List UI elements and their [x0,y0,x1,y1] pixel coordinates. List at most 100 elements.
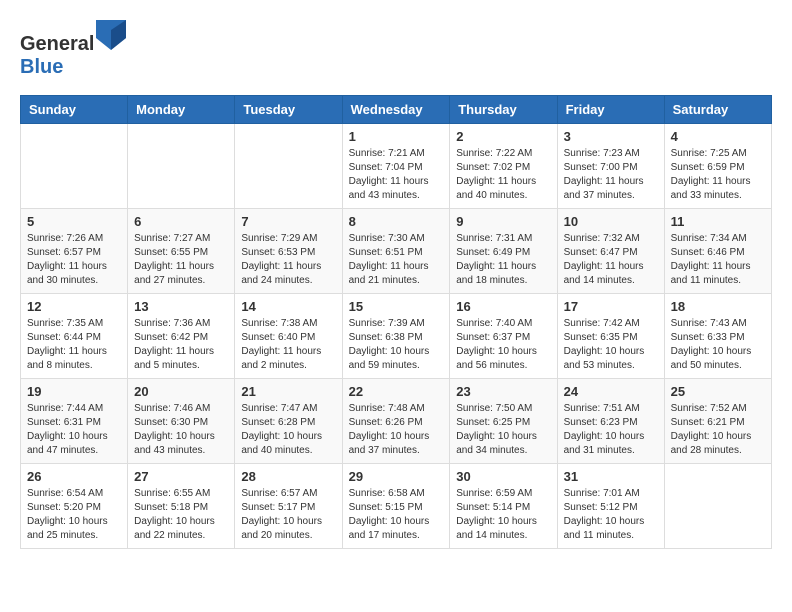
day-info: Sunrise: 7:44 AMSunset: 6:31 PMDaylight:… [27,402,121,458]
day-header-friday: Friday [557,96,664,124]
calendar-cell: 26Sunrise: 6:54 AMSunset: 5:20 PMDayligh… [21,464,128,549]
day-info: Sunrise: 6:58 AMSunset: 5:15 PMDaylight:… [349,487,444,543]
day-number: 31 [564,469,658,484]
calendar-cell: 2Sunrise: 7:22 AMSunset: 7:02 PMDaylight… [450,124,557,209]
day-info: Sunrise: 7:52 AMSunset: 6:21 PMDaylight:… [671,402,765,458]
day-info: Sunrise: 7:50 AMSunset: 6:25 PMDaylight:… [456,402,550,458]
calendar-cell: 24Sunrise: 7:51 AMSunset: 6:23 PMDayligh… [557,379,664,464]
day-number: 16 [456,299,550,314]
day-info: Sunrise: 7:46 AMSunset: 6:30 PMDaylight:… [134,402,228,458]
calendar-cell: 6Sunrise: 7:27 AMSunset: 6:55 PMDaylight… [128,209,235,294]
day-info: Sunrise: 7:22 AMSunset: 7:02 PMDaylight:… [456,147,550,203]
day-info: Sunrise: 7:38 AMSunset: 6:40 PMDaylight:… [241,317,335,373]
calendar-week-1: 1 Sunrise: 7:21 AMSunset: 7:04 PMDaylight… [21,124,772,209]
day-info: Sunrise: 7:42 AMSunset: 6:35 PMDaylight:… [564,317,658,373]
calendar-week-2: 5 Sunrise: 7:26 AMSunset: 6:57 PMDaylight… [21,209,772,294]
calendar-cell: 21 Sunrise: 7:47 AMSunset: 6:28 PMDayligh… [235,379,342,464]
calendar-cell: 3Sunrise: 7:23 AMSunset: 7:00 PMDaylight… [557,124,664,209]
calendar-cell: 27 Sunrise: 6:55 AMSunset: 5:18 PMDayligh… [128,464,235,549]
day-number: 25 [671,384,765,399]
calendar-cell: 8 Sunrise: 7:30 AMSunset: 6:51 PMDaylight… [342,209,450,294]
day-info: Sunrise: 7:23 AMSunset: 7:00 PMDaylight:… [564,147,658,203]
day-info: Sunrise: 7:43 AMSunset: 6:33 PMDaylight:… [671,317,765,373]
day-info: Sunrise: 6:54 AMSunset: 5:20 PMDaylight:… [27,487,121,543]
page-header: General Blue [20,20,772,79]
day-header-sunday: Sunday [21,96,128,124]
day-number: 19 [27,384,121,399]
day-info: Sunrise: 6:57 AMSunset: 5:17 PMDaylight:… [241,487,335,543]
day-number: 13 [134,299,228,314]
day-number: 23 [456,384,550,399]
day-number: 27 [134,469,228,484]
calendar-cell: 16 Sunrise: 7:40 AMSunset: 6:37 PMDayligh… [450,294,557,379]
calendar-cell: 17 Sunrise: 7:42 AMSunset: 6:35 PMDayligh… [557,294,664,379]
day-info: Sunrise: 7:26 AMSunset: 6:57 PMDaylight:… [27,232,121,288]
day-number: 29 [349,469,444,484]
day-header-wednesday: Wednesday [342,96,450,124]
day-number: 18 [671,299,765,314]
calendar-cell [128,124,235,209]
day-info: Sunrise: 7:32 AMSunset: 6:47 PMDaylight:… [564,232,658,288]
calendar-cell: 9 Sunrise: 7:31 AMSunset: 6:49 PMDaylight… [450,209,557,294]
calendar-cell [235,124,342,209]
day-info: Sunrise: 6:59 AMSunset: 5:14 PMDaylight:… [456,487,550,543]
calendar-cell: 23 Sunrise: 7:50 AMSunset: 6:25 PMDayligh… [450,379,557,464]
day-number: 20 [134,384,228,399]
day-number: 11 [671,214,765,229]
day-info: Sunrise: 7:36 AMSunset: 6:42 PMDaylight:… [134,317,228,373]
day-info: Sunrise: 7:31 AMSunset: 6:49 PMDaylight:… [456,232,550,288]
day-number: 30 [456,469,550,484]
day-info: Sunrise: 7:34 AMSunset: 6:46 PMDaylight:… [671,232,765,288]
day-number: 4 [671,129,765,144]
calendar-table: SundayMondayTuesdayWednesdayThursdayFrid… [20,95,772,549]
logo-general: General [20,33,94,55]
day-info: Sunrise: 7:21 AMSunset: 7:04 PMDaylight:… [349,147,444,203]
calendar-cell: 29 Sunrise: 6:58 AMSunset: 5:15 PMDayligh… [342,464,450,549]
day-header-saturday: Saturday [664,96,771,124]
calendar-cell [21,124,128,209]
day-info: Sunrise: 7:27 AMSunset: 6:55 PMDaylight:… [134,232,228,288]
calendar-cell: 1 Sunrise: 7:21 AMSunset: 7:04 PMDaylight… [342,124,450,209]
calendar-week-3: 12 Sunrise: 7:35 AMSunset: 6:44 PMDayligh… [21,294,772,379]
day-number: 21 [241,384,335,399]
calendar-cell: 28 Sunrise: 6:57 AMSunset: 5:17 PMDayligh… [235,464,342,549]
day-number: 9 [456,214,550,229]
day-info: Sunrise: 7:30 AMSunset: 6:51 PMDaylight:… [349,232,444,288]
calendar-cell: 4Sunrise: 7:25 AMSunset: 6:59 PMDaylight… [664,124,771,209]
day-info: Sunrise: 6:55 AMSunset: 5:18 PMDaylight:… [134,487,228,543]
day-number: 14 [241,299,335,314]
day-info: Sunrise: 7:01 AMSunset: 5:12 PMDaylight:… [564,487,658,543]
day-number: 1 [349,129,444,144]
calendar-cell: 25 Sunrise: 7:52 AMSunset: 6:21 PMDayligh… [664,379,771,464]
day-header-monday: Monday [128,96,235,124]
day-number: 10 [564,214,658,229]
calendar-cell: 13 Sunrise: 7:36 AMSunset: 6:42 PMDayligh… [128,294,235,379]
day-info: Sunrise: 7:39 AMSunset: 6:38 PMDaylight:… [349,317,444,373]
day-number: 28 [241,469,335,484]
day-number: 12 [27,299,121,314]
day-info: Sunrise: 7:35 AMSunset: 6:44 PMDaylight:… [27,317,121,373]
calendar-cell: 14 Sunrise: 7:38 AMSunset: 6:40 PMDayligh… [235,294,342,379]
day-number: 22 [349,384,444,399]
logo-text: General Blue [20,20,126,79]
day-number: 17 [564,299,658,314]
logo: General Blue [20,20,126,79]
logo-blue: Blue [20,56,63,78]
day-header-tuesday: Tuesday [235,96,342,124]
calendar-cell: 10 Sunrise: 7:32 AMSunset: 6:47 PMDayligh… [557,209,664,294]
calendar-cell: 5 Sunrise: 7:26 AMSunset: 6:57 PMDaylight… [21,209,128,294]
calendar-cell: 18 Sunrise: 7:43 AMSunset: 6:33 PMDayligh… [664,294,771,379]
calendar-cell: 15Sunrise: 7:39 AMSunset: 6:38 PMDayligh… [342,294,450,379]
calendar-week-5: 26Sunrise: 6:54 AMSunset: 5:20 PMDayligh… [21,464,772,549]
calendar-cell: 11 Sunrise: 7:34 AMSunset: 6:46 PMDayligh… [664,209,771,294]
day-info: Sunrise: 7:47 AMSunset: 6:28 PMDaylight:… [241,402,335,458]
calendar-header-row: SundayMondayTuesdayWednesdayThursdayFrid… [21,96,772,124]
calendar-cell: 12 Sunrise: 7:35 AMSunset: 6:44 PMDayligh… [21,294,128,379]
day-number: 7 [241,214,335,229]
logo-icon [96,20,126,50]
day-number: 8 [349,214,444,229]
calendar-cell: 22Sunrise: 7:48 AMSunset: 6:26 PMDayligh… [342,379,450,464]
day-info: Sunrise: 7:40 AMSunset: 6:37 PMDaylight:… [456,317,550,373]
day-number: 5 [27,214,121,229]
calendar-week-4: 19 Sunrise: 7:44 AMSunset: 6:31 PMDayligh… [21,379,772,464]
